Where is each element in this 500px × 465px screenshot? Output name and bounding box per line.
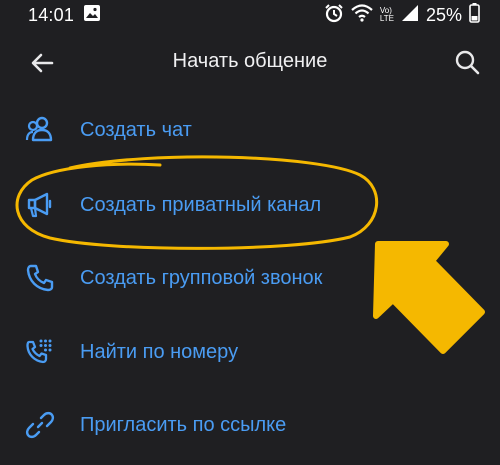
status-right: Vo) LTE 25%: [324, 2, 480, 28]
search-button[interactable]: [452, 47, 482, 77]
battery-icon: [469, 2, 480, 28]
status-left: 14:01: [28, 4, 101, 27]
menu-item-label: Создать чат: [80, 118, 192, 141]
menu-item-label: Создать групповой звонок: [80, 266, 323, 289]
battery-percent: 25%: [425, 4, 462, 25]
volte-badge: Vo) LTE: [379, 6, 394, 23]
users-icon: [24, 114, 56, 146]
app-bar: Начать общение: [0, 38, 500, 86]
page-title: Начать общение: [172, 50, 328, 72]
menu-item-create-private-channel[interactable]: Создать приватный канал: [0, 175, 500, 235]
link-icon: [24, 409, 56, 441]
menu-item-create-chat[interactable]: Создать чат: [0, 100, 500, 160]
search-icon: [455, 50, 480, 75]
alarm-icon: [324, 3, 344, 28]
menu-item-create-group-call[interactable]: Создать групповой звонок: [0, 248, 500, 308]
dialpad-phone-icon: [24, 336, 56, 368]
menu-item-label: Создать приватный канал: [80, 193, 322, 216]
menu-item-label: Пригласить по ссылке: [80, 413, 287, 436]
phone-icon: [24, 262, 56, 294]
signal-strength-icon: [401, 4, 419, 27]
menu-item-invite-by-link[interactable]: Пригласить по ссылке: [0, 395, 500, 455]
gallery-notification-icon: [83, 4, 101, 27]
status-time: 14:01: [28, 4, 75, 25]
status-bar: 14:01 Vo) LTE 25%: [0, 0, 500, 30]
menu-item-find-by-number[interactable]: Найти по номеру: [0, 322, 500, 382]
wifi-icon: [351, 3, 373, 27]
megaphone-icon: [24, 189, 56, 221]
menu-item-label: Найти по номеру: [80, 340, 239, 363]
